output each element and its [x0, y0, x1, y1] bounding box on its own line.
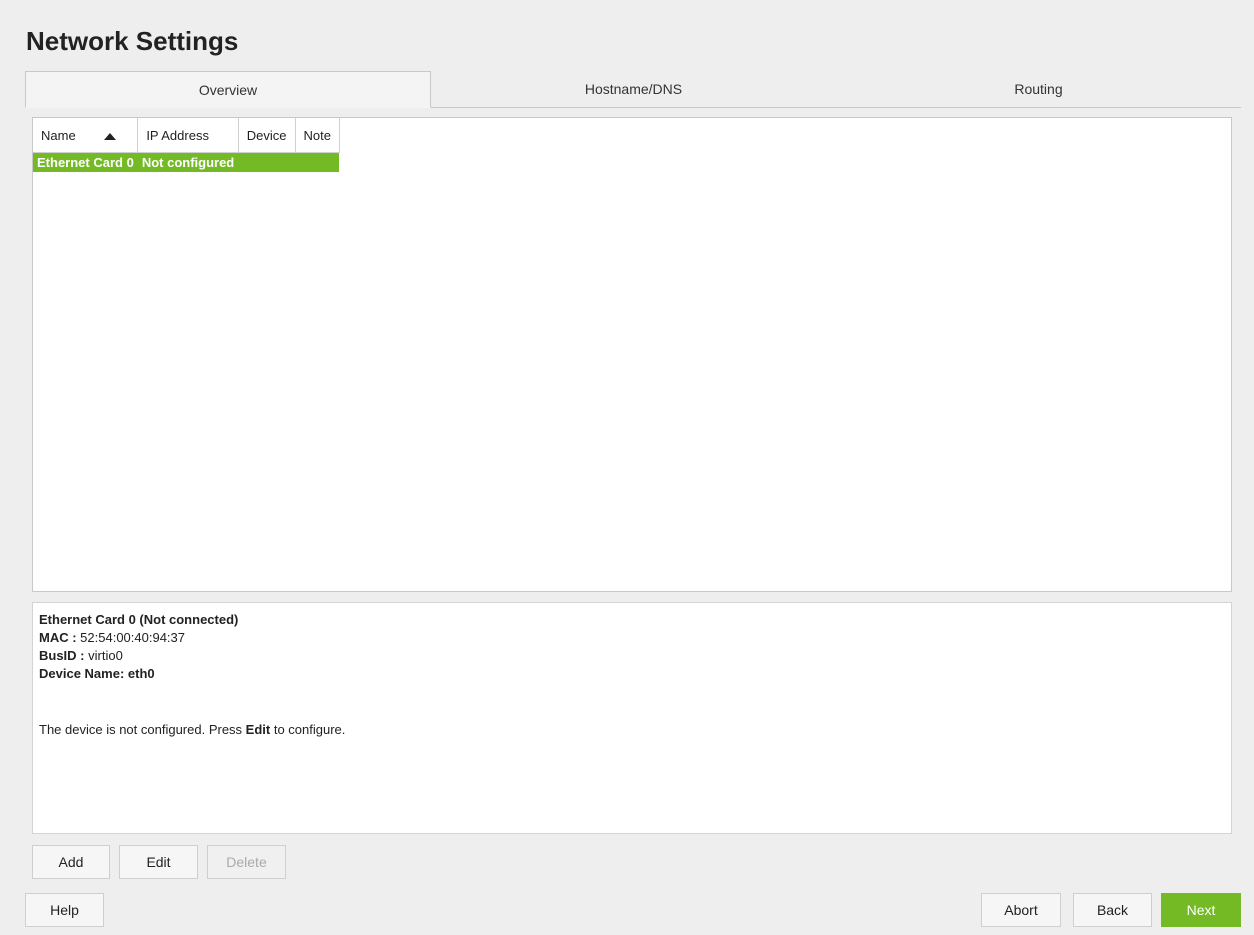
mac-label: MAC :: [39, 630, 77, 645]
tab-hostname-dns[interactable]: Hostname/DNS: [431, 71, 836, 107]
device-table: Name IP Address Device Note Ethernet Car…: [33, 118, 340, 172]
column-header-ip-address[interactable]: IP Address: [137, 118, 239, 153]
details-note: The device is not configured. Press Edit…: [39, 721, 1225, 739]
details-heading: Ethernet Card 0 (Not connected): [39, 612, 239, 627]
details-mac: MAC : 52:54:00:40:94:37: [39, 629, 1225, 647]
note-suffix: to configure.: [270, 722, 346, 737]
cell-ip-address: Not configured: [141, 155, 235, 170]
table-header-row: Name IP Address Device Note: [33, 118, 340, 153]
details-busid: BusID : virtio0: [39, 647, 1225, 665]
sort-ascending-icon: [103, 132, 116, 140]
help-button[interactable]: Help: [25, 893, 104, 927]
details-device-name: Device Name: eth0: [39, 666, 155, 681]
busid-label: BusID :: [39, 648, 85, 663]
tab-overview[interactable]: Overview: [25, 71, 431, 108]
device-table-panel: Name IP Address Device Note Ethernet Car…: [32, 117, 1232, 592]
abort-button[interactable]: Abort: [981, 893, 1061, 927]
next-button[interactable]: Next: [1161, 893, 1241, 927]
note-bold: Edit: [245, 722, 271, 737]
back-button[interactable]: Back: [1073, 893, 1152, 927]
note-prefix: The device is not configured. Press: [39, 722, 246, 737]
tab-bar: Overview Hostname/DNS Routing: [25, 71, 1241, 108]
device-details-panel: Ethernet Card 0 (Not connected) MAC : 52…: [32, 602, 1232, 834]
column-header-name[interactable]: Name: [33, 118, 139, 153]
cell-name: Ethernet Card 0: [37, 155, 134, 170]
cell-note: [295, 153, 339, 173]
edit-button[interactable]: Edit: [119, 845, 198, 879]
page-title: Network Settings: [26, 26, 239, 56]
busid-value: virtio0: [88, 648, 123, 663]
delete-button[interactable]: Delete: [207, 845, 286, 879]
column-header-note[interactable]: Note: [295, 118, 340, 153]
cell-device: [238, 153, 295, 173]
table-row[interactable]: Ethernet Card 0 Not configured: [33, 152, 340, 173]
add-button[interactable]: Add: [32, 845, 110, 879]
tab-routing[interactable]: Routing: [836, 71, 1241, 107]
column-header-device[interactable]: Device: [238, 118, 296, 153]
mac-value: 52:54:00:40:94:37: [80, 630, 185, 645]
column-header-label: Name: [41, 127, 76, 143]
